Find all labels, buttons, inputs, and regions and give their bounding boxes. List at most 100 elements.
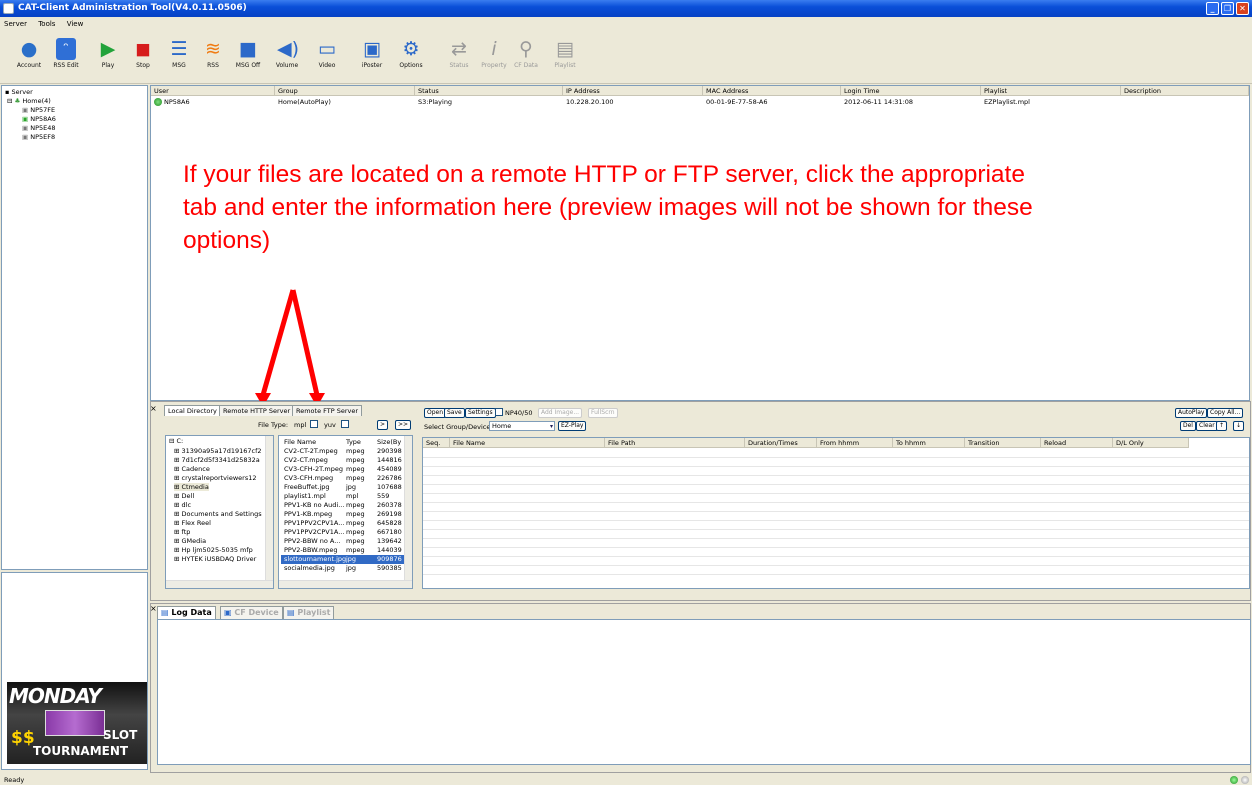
col-user[interactable]: User [151, 86, 275, 96]
folder-item[interactable]: ⊞ 7d1cf2d5f3341d25832a [174, 456, 260, 464]
close-button[interactable]: ✕ [1236, 2, 1249, 15]
filter-yuv-checkbox[interactable] [341, 420, 349, 428]
folder-item[interactable]: ⊞ Flex Reel [174, 519, 211, 527]
playlist-button[interactable]: ▤ Playlist [552, 35, 578, 81]
tree-device[interactable]: ▣ NP58A6 [22, 115, 56, 123]
tree-group-home[interactable]: ⊟ ♣ Home(4) [7, 97, 51, 105]
file-row[interactable]: PPV1-KB no Audi... mpeg 260378 [281, 501, 404, 510]
row-playlist[interactable]: EZPlaylist.mpl [981, 97, 1030, 107]
tree-root[interactable]: ▪ Server [5, 88, 33, 96]
menu-tools[interactable]: Tools [38, 20, 55, 28]
file-row[interactable]: CV2-CT.mpeg mpeg 144816 [281, 456, 404, 465]
col-login-time[interactable]: Login Time [841, 86, 981, 96]
folder-item[interactable]: ⊞ GMedia [174, 537, 206, 545]
col-type[interactable]: Type [346, 438, 361, 446]
file-row[interactable]: CV2-CT-2T.mpeg mpeg 290398 [281, 447, 404, 456]
tab-remote-http[interactable]: Remote HTTP Server [219, 405, 295, 416]
fullscreen-button[interactable]: FullScrn [588, 408, 618, 418]
row-group[interactable]: Home(AutoPlay) [275, 97, 331, 107]
folder-item[interactable]: ⊞ Cadence [174, 465, 210, 473]
menu-server[interactable]: Server [4, 20, 27, 28]
options-button[interactable]: ⚙ Options [396, 35, 426, 81]
maximize-button[interactable]: ❐ [1221, 2, 1234, 15]
file-row[interactable]: socialmedia.jpg jpg 590385 [281, 564, 404, 573]
tree-device[interactable]: ▣ NP5EF8 [22, 133, 55, 141]
file-row-selected[interactable]: slottournament.jpg jpg 909876 [281, 555, 404, 564]
copy-all-button[interactable]: Copy All... [1207, 408, 1244, 418]
folder-item[interactable]: ⊞ ftp [174, 528, 190, 536]
group-select[interactable]: Home ▾ [489, 421, 555, 431]
msg-button[interactable]: ☰ MSG [168, 35, 190, 81]
video-button[interactable]: ▭ Video [314, 35, 340, 81]
file-row[interactable]: PPV1PPV2CPV1A... mpeg 667180 [281, 528, 404, 537]
delete-button[interactable]: Del [1180, 421, 1196, 431]
folder-item[interactable]: ⊞ dlc [174, 501, 191, 509]
tree-device[interactable]: ▣ NP57FE [22, 106, 55, 114]
cf-data-button[interactable]: ⚲ CF Data [512, 35, 540, 81]
tab-playlist[interactable]: ▤ Playlist [283, 606, 335, 619]
row-ip[interactable]: 10.228.20.100 [563, 97, 614, 107]
col-seq-file-name[interactable]: File Name [450, 438, 605, 448]
tab-log-data[interactable]: ▤ Log Data [157, 606, 216, 619]
col-description[interactable]: Description [1121, 86, 1249, 96]
ez-play-button[interactable]: EZ-Play [558, 421, 587, 431]
file-row[interactable]: CV3-CFH.mpeg mpeg 226786 [281, 474, 404, 483]
file-row[interactable]: FreeBuffet.jpg jpg 107688 [281, 483, 404, 492]
np4050-checkbox[interactable] [495, 408, 503, 416]
add-all-button[interactable]: >> [395, 420, 412, 430]
col-file-name[interactable]: File Name [284, 438, 316, 446]
col-playlist[interactable]: Playlist [981, 86, 1121, 96]
rss-button[interactable]: ≋ RSS [202, 35, 224, 81]
account-button[interactable]: ● Account [14, 35, 44, 81]
row-mac[interactable]: 00-01-9E-77-58-A6 [703, 97, 768, 107]
folder-item[interactable]: ⊞ Dell [174, 492, 194, 500]
file-row[interactable]: PPV1-KB.mpeg mpeg 269198 [281, 510, 404, 519]
col-group[interactable]: Group [275, 86, 415, 96]
col-size[interactable]: Size(By [377, 438, 401, 446]
file-list-hscrollbar[interactable] [279, 580, 412, 588]
folder-item[interactable]: ⊞ crystalreportviewers12 [174, 474, 256, 482]
col-transition[interactable]: Transition [965, 438, 1041, 448]
folder-item[interactable]: ⊞ Hp ljm5025-5035 mfp [174, 546, 253, 554]
col-dl-only[interactable]: D/L Only [1113, 438, 1189, 448]
add-image-button[interactable]: Add Image... [538, 408, 583, 418]
folder-item-selected[interactable]: ⊞ Ctmedia [174, 483, 209, 491]
col-from[interactable]: From hhmm [817, 438, 893, 448]
add-selected-button[interactable]: > [377, 420, 389, 430]
minimize-button[interactable]: _ [1206, 2, 1219, 15]
msg-off-button[interactable]: ■ MSG Off [233, 35, 263, 81]
col-seq[interactable]: Seq. [423, 438, 450, 448]
tab-remote-ftp[interactable]: Remote FTP Server [292, 405, 363, 416]
menu-view[interactable]: View [67, 20, 84, 28]
folder-item[interactable]: ⊞ HYTEK iUSBDAQ Driver [174, 555, 256, 563]
stop-button[interactable]: ◼ Stop [132, 35, 154, 81]
folder-item[interactable]: ⊞ Documents and Settings [174, 510, 262, 518]
file-row[interactable]: playlist1.mpl mpl 559 [281, 492, 404, 501]
play-button[interactable]: ▶ Play [97, 35, 119, 81]
folder-tree-scrollbar[interactable] [265, 436, 273, 588]
tab-local-directory[interactable]: Local Directory [164, 405, 221, 416]
close-panel-icon[interactable]: × [150, 404, 157, 413]
move-down-button[interactable]: ↓ [1233, 421, 1245, 431]
move-up-button[interactable]: ↑ [1216, 421, 1228, 431]
status-button[interactable]: ⇄ Status [448, 35, 470, 81]
col-mac[interactable]: MAC Address [703, 86, 841, 96]
folder-item[interactable]: ⊞ 31390a95a17d19167cf2 [174, 447, 262, 455]
tab-cf-device[interactable]: ▣ CF Device [220, 606, 283, 619]
settings-button[interactable]: Settings [465, 408, 496, 418]
folder-tree-hscrollbar[interactable] [166, 580, 273, 588]
row-status[interactable]: S3:Playing [415, 97, 452, 107]
col-to[interactable]: To hhmm [893, 438, 965, 448]
col-ip[interactable]: IP Address [563, 86, 703, 96]
close-log-icon[interactable]: × [150, 604, 157, 613]
tree-device[interactable]: ▣ NP5E48 [22, 124, 56, 132]
autoplay-button[interactable]: AutoPlay [1175, 408, 1208, 418]
col-status[interactable]: Status [415, 86, 563, 96]
file-row[interactable]: PPV2-BBW.mpeg mpeg 144039 [281, 546, 404, 555]
row-user[interactable]: NP58A6 [161, 97, 190, 107]
file-list-scrollbar[interactable] [404, 436, 412, 588]
property-button[interactable]: i Property [480, 35, 508, 81]
col-file-path[interactable]: File Path [605, 438, 745, 448]
filter-mpl-checkbox[interactable] [310, 420, 318, 428]
clear-button[interactable]: Clear [1196, 421, 1218, 431]
